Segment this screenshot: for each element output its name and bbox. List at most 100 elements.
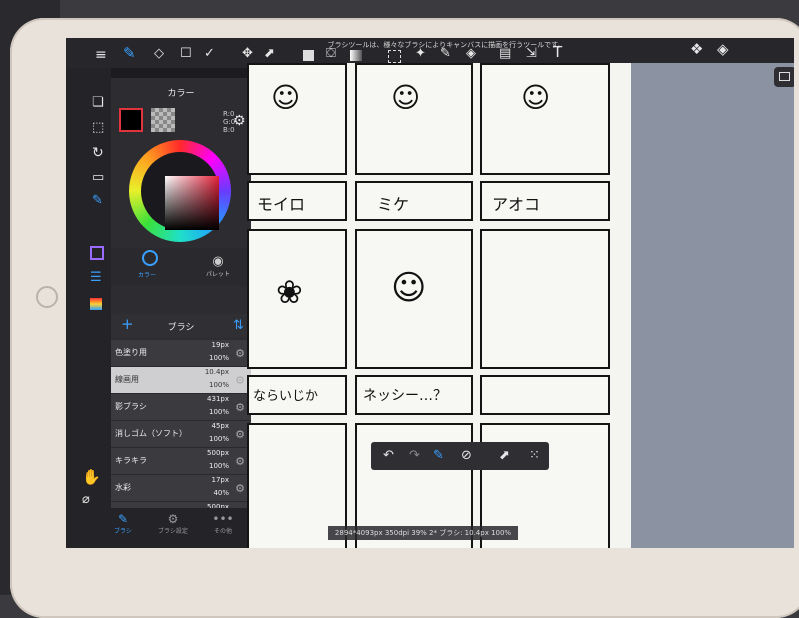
hand-icon[interactable]: ✋ — [82, 470, 101, 485]
brush-size: 17px — [211, 476, 230, 484]
comic-panel — [355, 63, 473, 175]
move-icon[interactable]: ✥ — [242, 47, 253, 60]
sketch-face: ☺ — [521, 81, 551, 114]
tab-brush-settings-label: ブラシ設定 — [158, 528, 188, 535]
comic-panel — [480, 63, 610, 175]
brush-name: 色塗り用 — [115, 348, 147, 357]
brush-opacity: 100% — [208, 381, 229, 389]
brush-row[interactable]: 水彩 17px 40% ⚙ — [111, 475, 251, 502]
brush-row[interactable]: キラキラ 500px 100% ⚙ — [111, 448, 251, 475]
brush-icon: ✎ — [117, 512, 129, 526]
rotate-icon[interactable]: ↻ — [92, 146, 104, 160]
gear-icon[interactable]: ⚙ — [235, 401, 245, 414]
dialogue-box: ならいじか — [247, 375, 347, 415]
transform-icon[interactable]: ⬈ — [264, 47, 275, 60]
tab-other-label: その他 — [213, 528, 232, 535]
status-bar: 2894*4093px 350dpi 39% 2* ブラシ: 10.4px 10… — [328, 526, 518, 540]
dialogue-box: ネッシー…？ — [355, 375, 473, 415]
tab-brush-settings[interactable]: ⚙ ブラシ設定 — [154, 512, 192, 535]
snap-off-icon[interactable]: ⊘ — [461, 449, 472, 462]
text-tool-icon[interactable]: T — [553, 45, 562, 60]
fullscreen-icon — [779, 72, 790, 81]
brush-opacity: 100% — [208, 462, 229, 470]
gear-icon[interactable]: ⚙ — [235, 455, 245, 468]
brush-size: 431px — [207, 395, 229, 403]
fullscreen-button[interactable] — [774, 67, 794, 87]
brush-opacity: 40% — [213, 489, 229, 497]
brush-name: 水彩 — [115, 483, 131, 492]
bucket-icon[interactable]: ⛋ — [326, 47, 336, 60]
comic-panel — [247, 63, 347, 175]
materials-icon[interactable]: ❖ — [690, 42, 703, 57]
caption-box: モイロ — [247, 181, 347, 221]
sketch-face: ☺ — [391, 81, 421, 114]
app-screen: ブラシツールは、様々なブラシによりキャンバスに描画を行うツールです。 ≡ ✎ ◇… — [66, 38, 794, 548]
brush-row[interactable]: 色塗り用 19px 100% ⚙ — [111, 340, 251, 367]
color-panel-icon[interactable] — [90, 246, 104, 260]
select-rect-icon[interactable]: ☐ — [180, 47, 192, 60]
grid-dots-icon[interactable]: ⁙ — [529, 449, 540, 462]
comic-panel — [480, 229, 610, 369]
layers-icon[interactable]: ◈ — [717, 42, 729, 57]
brush-opacity: 100% — [208, 354, 229, 362]
brush-size: 45px — [211, 422, 230, 430]
caption-box: アオコ — [480, 181, 610, 221]
brush-row[interactable]: 消しゴム（ソフト） 45px 100% ⚙ — [111, 421, 251, 448]
brush-row[interactable]: 影ブラシ 431px 100% ⚙ — [111, 394, 251, 421]
pen-icon[interactable]: ✎ — [92, 194, 103, 207]
dialogue-text: ネッシー…？ — [363, 388, 447, 404]
brush-opacity: 100% — [208, 435, 229, 443]
sketch-face: ☺ — [271, 81, 301, 114]
gradient-icon[interactable] — [350, 50, 362, 61]
brush-size: 10.4px — [204, 368, 229, 376]
bottom-tab-bar: ✎ ブラシ ⚙ ブラシ設定 ••• その他 — [66, 508, 251, 548]
frame-icon[interactable]: ▤ — [499, 47, 511, 60]
brush-name: 消しゴム（ソフト） — [115, 429, 187, 438]
caption-text: ミケ — [377, 195, 410, 214]
eraser-tool-icon[interactable]: ◇ — [154, 47, 164, 60]
select-pen-icon[interactable]: ✎ — [440, 47, 451, 60]
magic-wand-icon[interactable]: ✦ — [415, 47, 426, 60]
gear-icon[interactable]: ⚙ — [235, 374, 245, 387]
brush-name: キラキラ — [115, 456, 147, 465]
gear-icon[interactable]: ⚙ — [235, 482, 245, 495]
dialogue-text: ならいじか — [253, 389, 319, 404]
brush-settings-icon: ⚙ — [167, 512, 179, 526]
canvas-transform-icon[interactable]: ⬈ — [499, 449, 510, 462]
stabilizer-icon[interactable]: ✎ — [433, 449, 444, 462]
brush-size: 19px — [211, 341, 230, 349]
tab-brush[interactable]: ✎ ブラシ — [108, 512, 138, 535]
caption-text: モイロ — [257, 195, 306, 214]
sketch-figure: ❀ — [276, 273, 303, 311]
quick-action-bar: ↶ ↷ ✎ ⊘ ⬈ ⁙ — [371, 442, 549, 470]
select-eraser-icon[interactable]: ◈ — [466, 47, 476, 60]
tab-brush-label: ブラシ — [114, 528, 132, 535]
redo-icon[interactable]: ↷ — [409, 449, 420, 462]
brush-row[interactable]: 線画用 10.4px 100% ⚙ — [111, 367, 251, 394]
brush-size: 500px — [207, 449, 229, 457]
pages-icon[interactable]: ❏ — [92, 96, 104, 109]
left-icon-column: ❏ ⬚ ↻ ▭ ✎ ☰ ✋ ⌀ ↷ ↶ — [66, 68, 111, 548]
ruler-icon[interactable]: ▭ — [92, 171, 104, 184]
operation-icon[interactable]: ⇲ — [526, 47, 537, 60]
brush-tool-icon[interactable]: ✎ — [123, 46, 136, 61]
fill-color-icon[interactable] — [303, 50, 314, 61]
select-layer-icon[interactable]: ⬚ — [92, 121, 104, 134]
lasso-icon[interactable]: ✓ — [204, 47, 215, 60]
more-icon: ••• — [212, 512, 234, 526]
layer-panel-icon[interactable] — [90, 298, 102, 310]
home-button[interactable] — [36, 286, 58, 308]
color-brush-panel: カラー R:0 G:0 B:0 ⚙ カラー ◉ パレット + ブラシ ⇅ 色塗り… — [111, 78, 251, 548]
eyedropper-icon[interactable]: ⌀ — [82, 493, 90, 506]
drawing-canvas[interactable]: ☺ ☺ ☺ モイロ ミケ アオコ ❀ ☺ ならいじか ネッシー…？ — [247, 63, 631, 548]
undo-icon[interactable]: ↶ — [383, 449, 394, 462]
brush-list: 色塗り用 19px 100% ⚙ 線画用 10.4px 100% ⚙ 影ブラシ 431px 100%… — [111, 78, 251, 508]
menu-icon[interactable]: ≡ — [95, 48, 107, 62]
brush-opacity: 100% — [208, 408, 229, 416]
brush-name: 影ブラシ — [115, 402, 147, 411]
select-tool-icon[interactable] — [388, 50, 401, 63]
brush-list-icon[interactable]: ☰ — [90, 271, 102, 284]
gear-icon[interactable]: ⚙ — [235, 428, 245, 441]
tab-other[interactable]: ••• その他 — [208, 512, 238, 535]
gear-icon[interactable]: ⚙ — [235, 347, 245, 360]
